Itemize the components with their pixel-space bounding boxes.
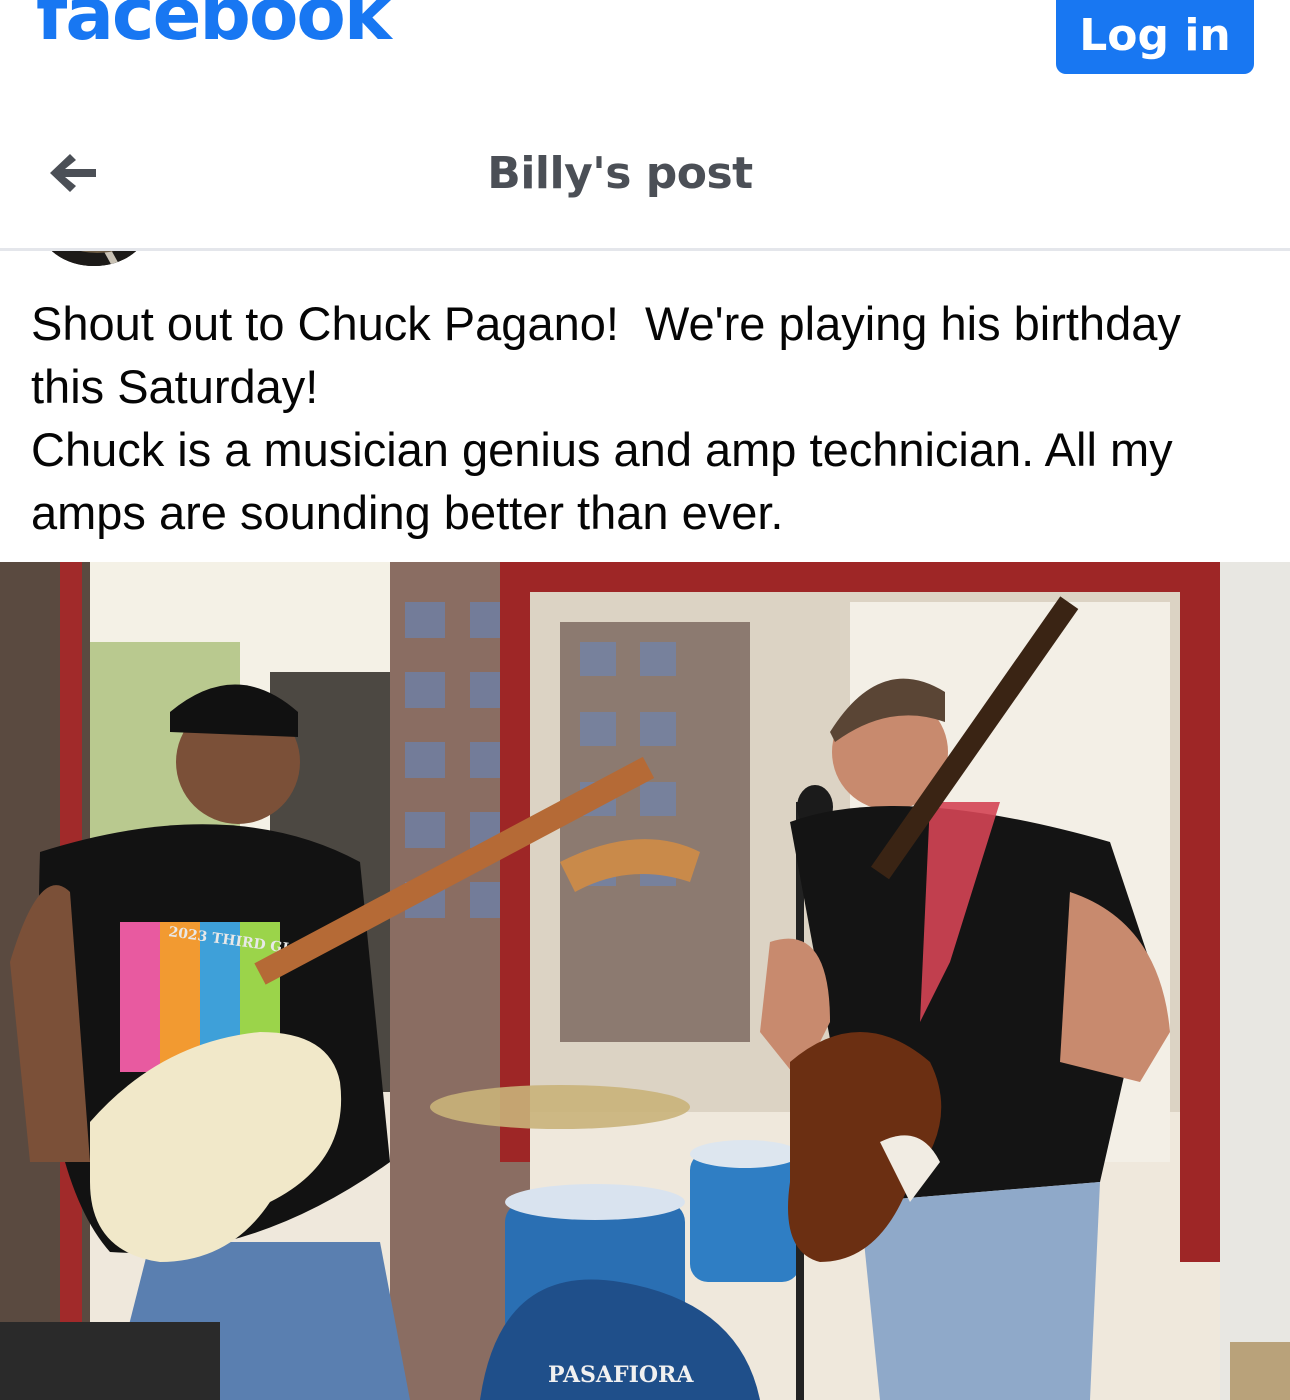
top-bar: facebook Log in bbox=[0, 0, 1290, 96]
post-paragraph-2: Chuck is a musician genius and amp techn… bbox=[31, 423, 1186, 539]
facebook-post-page: facebook Log in Billy's post Shout out t… bbox=[0, 0, 1290, 1400]
drum-brand-text: PASAFIORA bbox=[548, 1362, 694, 1388]
login-button[interactable]: Log in bbox=[1056, 0, 1254, 74]
post-header: Billy's post bbox=[0, 96, 1290, 251]
facebook-logo[interactable]: facebook bbox=[36, 0, 392, 50]
post-photo[interactable]: PASAFIORA 2023 THIRD GIG bbox=[0, 562, 1290, 1400]
post-paragraph-1: Shout out to Chuck Pagano! We're playing… bbox=[31, 297, 1194, 413]
post-text: Shout out to Chuck Pagano! We're playing… bbox=[31, 292, 1261, 544]
post-title: Billy's post bbox=[487, 148, 753, 199]
